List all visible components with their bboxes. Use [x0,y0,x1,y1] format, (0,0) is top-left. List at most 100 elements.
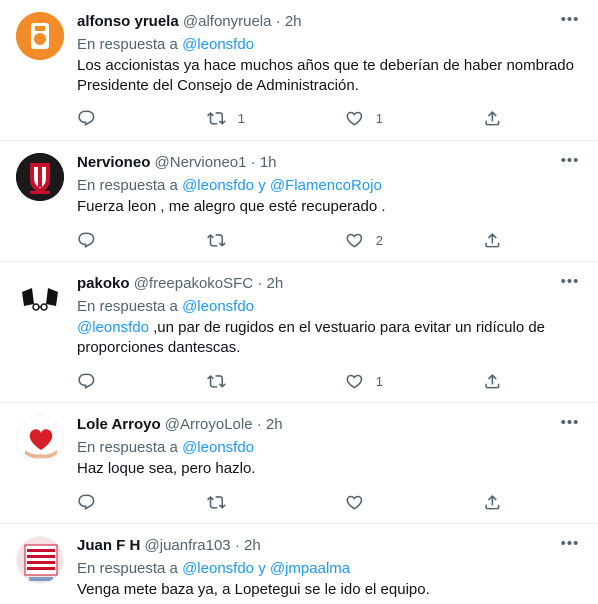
share-button[interactable] [483,371,502,391]
like-button[interactable]: 1 [345,108,383,128]
tweet-text-content: Los accionistas ya hace muchos años que … [77,57,574,94]
tweet-header: Nervioneo @Nervioneo1 · 1h [77,153,277,173]
like-button[interactable] [345,492,376,512]
tweet-text: Haz loque sea, pero hazlo. [77,459,582,479]
reply-icon [78,232,95,248]
separator-dot: · [256,416,262,433]
separator-dot: · [250,154,256,171]
reply-button[interactable] [77,371,96,391]
retweet-button[interactable]: 1 [207,108,245,128]
reply-tweet[interactable]: Juan F H @juanfra103 · 2h ••• En respues… [0,524,598,604]
display-name[interactable]: Nervioneo [77,154,150,171]
separator-dot: · [234,537,240,554]
share-icon [485,373,500,389]
retweet-icon [207,111,226,125]
timestamp[interactable]: 1h [260,154,277,171]
retweet-button[interactable] [207,230,238,250]
reply-prefix: En respuesta a [77,560,178,577]
reply-mention[interactable]: @leonsfdo [182,177,254,194]
reply-icon [78,373,95,389]
reply-context: En respuesta a @leonsfdo [77,438,254,458]
like-count: 1 [375,110,383,126]
share-button[interactable] [483,108,502,128]
heart-icon [346,495,363,510]
timestamp[interactable]: 2h [266,416,283,433]
reply-context: En respuesta a @leonsfdo [77,35,254,55]
avatar[interactable] [16,536,64,584]
reply-tweet[interactable]: Lole Arroyo @ArroyoLole · 2h ••• En resp… [0,403,598,524]
separator-dot: · [275,13,281,30]
reply-context: En respuesta a @leonsfdo y @jmpaalma [77,559,350,579]
more-options-icon[interactable]: ••• [558,413,582,437]
retweet-button[interactable] [207,371,238,391]
tweet-header: Lole Arroyo @ArroyoLole · 2h [77,415,283,435]
text-mention[interactable]: @leonsfdo [77,319,149,336]
reply-icon [78,494,95,510]
display-name[interactable]: alfonso yruela [77,13,179,30]
tweet-text-content: Fuerza leon , me alegro que esté recuper… [77,198,386,215]
tweet-header: pakoko @freepakokoSFC · 2h [77,274,283,294]
tweet-text-content: Haz loque sea, pero hazlo. [77,460,256,477]
reply-mention-2[interactable]: @FlamencoRojo [270,177,382,194]
reply-mention[interactable]: @leonsfdo [182,298,254,315]
share-icon [485,110,500,126]
display-name[interactable]: Juan F H [77,537,140,554]
timestamp[interactable]: 2h [266,275,283,292]
reply-conjunction: y [258,560,266,577]
user-handle[interactable]: @freepakokoSFC [134,275,253,292]
retweet-button[interactable] [207,492,238,512]
share-icon [485,232,500,248]
avatar[interactable] [16,12,64,60]
reply-context: En respuesta a @leonsfdo y @FlamencoRojo [77,176,382,196]
timestamp[interactable]: 2h [244,537,261,554]
retweet-icon [207,374,226,388]
like-button[interactable]: 2 [345,230,383,250]
action-bar: 1 [77,371,507,391]
user-handle[interactable]: @juanfra103 [145,537,231,554]
reply-mention-2[interactable]: @jmpaalma [270,560,350,577]
heart-icon [346,111,363,126]
more-options-icon[interactable]: ••• [558,272,582,296]
avatar[interactable] [16,415,64,463]
like-count: 2 [375,232,383,248]
user-handle[interactable]: @Nervioneo1 [155,154,247,171]
reply-prefix: En respuesta a [77,439,178,456]
display-name[interactable]: pakoko [77,275,130,292]
reply-mention[interactable]: @leonsfdo [182,439,254,456]
reply-prefix: En respuesta a [77,177,178,194]
more-options-icon[interactable]: ••• [558,151,582,175]
reply-button[interactable] [77,230,96,250]
retweet-icon [207,233,226,247]
share-button[interactable] [483,230,502,250]
reply-tweet[interactable]: pakoko @freepakokoSFC · 2h ••• En respue… [0,262,598,403]
reply-tweet[interactable]: Nervioneo @Nervioneo1 · 1h ••• En respue… [0,141,598,262]
tweet-text: Los accionistas ya hace muchos años que … [77,56,582,96]
tweet-text-content: Venga mete baza ya, a Lopetegui se le id… [77,581,430,598]
reply-tweet[interactable]: alfonso yruela @alfonyruela · 2h ••• En … [0,0,598,141]
tweet-header: alfonso yruela @alfonyruela · 2h [77,12,302,32]
action-bar: 2 [77,230,507,250]
timestamp[interactable]: 2h [285,13,302,30]
avatar[interactable] [16,274,64,322]
more-options-icon[interactable]: ••• [558,10,582,34]
share-button[interactable] [483,492,502,512]
tweet-text: Fuerza leon , me alegro que esté recuper… [77,197,582,217]
reply-mention[interactable]: @leonsfdo [182,560,254,577]
reply-mention[interactable]: @leonsfdo [182,36,254,53]
tweet-text: @leonsfdo ,un par de rugidos en el vestu… [77,318,582,358]
action-bar [77,492,507,512]
avatar[interactable] [16,153,64,201]
reply-button[interactable] [77,492,96,512]
reply-conjunction: y [258,177,266,194]
user-handle[interactable]: @alfonyruela [183,13,272,30]
more-options-icon[interactable]: ••• [558,534,582,558]
separator-dot: · [257,275,263,292]
share-icon [485,494,500,510]
reply-button[interactable] [77,108,96,128]
retweet-count: 1 [237,110,245,126]
user-handle[interactable]: @ArroyoLole [165,416,253,433]
like-count: 1 [375,373,383,389]
display-name[interactable]: Lole Arroyo [77,416,161,433]
reply-prefix: En respuesta a [77,298,178,315]
like-button[interactable]: 1 [345,371,383,391]
